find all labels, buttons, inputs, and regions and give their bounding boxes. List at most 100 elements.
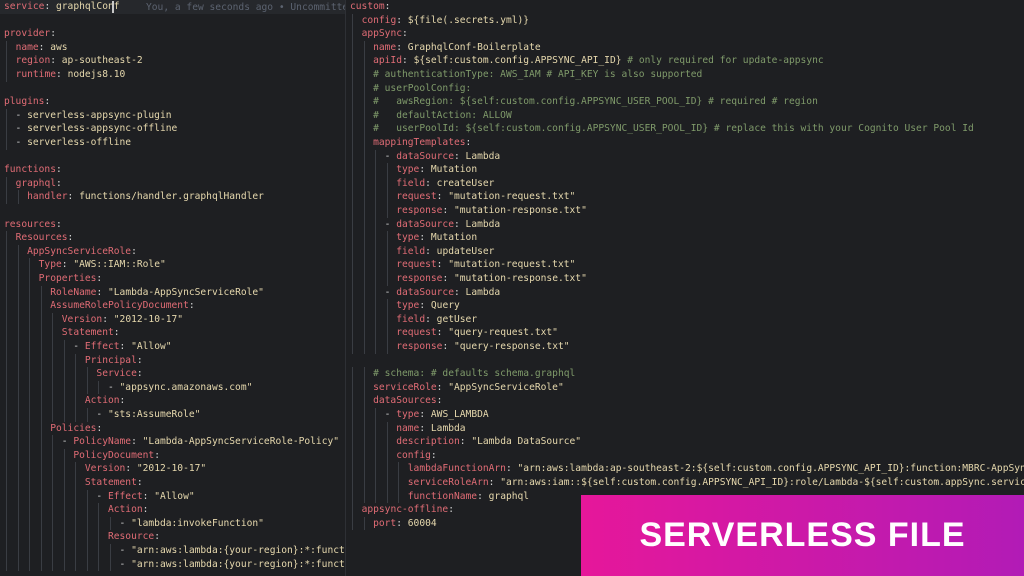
code-line[interactable]: Version: "2012-10-17" — [4, 462, 206, 476]
right-editor-pane[interactable]: custom: config: ${file(.secrets.yml)} ap… — [346, 0, 1024, 576]
code-line[interactable]: # userPoolId: ${self:custom.config.APPSY… — [350, 122, 974, 136]
code-line[interactable]: - dataSource: Lambda — [350, 218, 501, 232]
code-line[interactable]: Principal: — [4, 354, 143, 368]
code-line[interactable]: provider: — [4, 27, 56, 41]
code-line[interactable]: Statement: — [4, 476, 143, 490]
indent-guide — [63, 408, 65, 422]
yaml-value: "arn:aws:lambda:{your-region}:*:function… — [131, 545, 345, 556]
code-line[interactable]: resources: — [4, 218, 62, 232]
indent-guide — [6, 516, 7, 531]
code-line[interactable]: - dataSource: Lambda — [350, 286, 501, 300]
code-line[interactable]: functions: — [4, 163, 62, 177]
indent-guide — [29, 421, 31, 436]
code-line[interactable]: mappingTemplates: — [350, 136, 471, 150]
yaml-value: "query-response.txt" — [454, 341, 570, 352]
code-line[interactable]: Resources: — [4, 231, 74, 245]
code-line[interactable]: PolicyDocument: — [4, 449, 160, 463]
code-line[interactable]: # awsRegion: ${self:custom.config.APPSYN… — [350, 95, 818, 109]
code-line[interactable]: apiId: ${self:custom.config.APPSYNC_API_… — [350, 54, 824, 68]
code-line[interactable]: functionName: graphql — [350, 490, 529, 504]
code-line[interactable]: AppSyncServiceRole: — [4, 245, 137, 259]
yaml-value: graphqlConf — [56, 1, 120, 12]
indent-guide — [17, 272, 19, 286]
code-line[interactable]: plugins: — [4, 95, 50, 109]
code-line[interactable]: name: aws — [4, 41, 68, 55]
yaml-punctuation — [350, 341, 396, 352]
code-line[interactable]: request: "mutation-request.txt" — [350, 258, 575, 272]
indent-guide — [363, 408, 365, 422]
code-line[interactable]: - "sts:AssumeRole" — [4, 408, 200, 422]
code-line[interactable]: Policies: — [4, 422, 102, 436]
code-line[interactable]: Service: — [4, 367, 142, 381]
code-line[interactable]: request: "query-request.txt" — [350, 326, 558, 340]
code-line[interactable]: appSync: — [350, 27, 408, 41]
code-line[interactable]: - serverless-appsync-offline — [4, 122, 178, 136]
indent-guide — [352, 258, 353, 272]
code-line[interactable]: field: updateUser — [350, 245, 494, 259]
code-line[interactable]: appsync-offline: — [350, 503, 454, 517]
indent-guide — [52, 340, 54, 354]
code-line[interactable]: name: GraphqlConf-Boilerplate — [350, 41, 541, 55]
code-line[interactable]: service: graphqlConf — [4, 0, 120, 14]
indent-guide — [52, 435, 54, 449]
code-line[interactable]: serviceRoleArn: "arn:aws:iam::${self:cus… — [350, 476, 1024, 490]
code-line[interactable]: Properties: — [4, 272, 103, 286]
yaml-key: request — [396, 327, 437, 339]
code-line[interactable]: - serverless-appsync-plugin — [4, 109, 172, 123]
yaml-key: config — [396, 449, 431, 461]
indent-guide — [17, 421, 19, 436]
indent-guide — [6, 380, 7, 395]
code-line[interactable]: - "arn:aws:lambda:{your-region}:*:functi… — [4, 558, 345, 572]
code-line[interactable]: Version: "2012-10-17" — [4, 313, 183, 327]
code-line[interactable]: region: ap-southeast-2 — [4, 54, 143, 68]
code-line[interactable]: description: "Lambda DataSource" — [350, 435, 581, 449]
code-line[interactable]: type: Query — [350, 299, 460, 313]
code-line[interactable]: - "arn:aws:lambda:{your-region}:*:functi… — [4, 544, 345, 558]
code-line[interactable]: - dataSource: Lambda — [350, 150, 501, 164]
code-line[interactable]: Statement: — [4, 326, 120, 340]
indent-guide — [352, 285, 353, 300]
code-line[interactable]: - serverless-offline — [4, 136, 132, 150]
code-line[interactable]: response: "mutation-response.txt" — [350, 272, 587, 286]
code-line[interactable]: RoleName: "Lambda-AppSyncServiceRole" — [4, 286, 264, 300]
code-line[interactable]: - PolicyName: "Lambda-AppSyncServiceRole… — [4, 435, 339, 449]
code-line[interactable]: field: createUser — [350, 177, 494, 191]
code-line[interactable]: - type: AWS_LAMBDA — [350, 408, 489, 422]
code-line[interactable]: field: getUser — [350, 313, 477, 327]
code-line[interactable]: Resource: — [4, 530, 160, 544]
code-line[interactable]: # userPoolConfig: — [350, 82, 471, 96]
indent-guide — [6, 448, 7, 463]
code-line[interactable]: type: Mutation — [350, 231, 477, 245]
indent-guide — [86, 530, 88, 544]
indent-guide — [110, 557, 112, 572]
indent-guide — [63, 544, 65, 558]
code-line[interactable]: AssumeRolePolicyDocument: — [4, 299, 194, 313]
yaml-key: resources — [4, 218, 56, 230]
code-line[interactable]: type: Mutation — [350, 163, 477, 177]
code-line[interactable]: response: "query-response.txt" — [350, 340, 570, 354]
indent-guide — [386, 421, 388, 436]
code-line[interactable]: name: Lambda — [350, 422, 465, 436]
yaml-value: "arn:aws:lambda:{your-region}:*:function… — [131, 558, 345, 570]
yaml-value: AWS_LAMBDA — [430, 409, 489, 420]
code-line[interactable]: handler: functions/handler.graphqlHandle… — [4, 190, 264, 204]
code-line[interactable]: response: "mutation-response.txt" — [350, 204, 587, 218]
code-line[interactable]: request: "mutation-request.txt" — [350, 190, 575, 204]
code-line[interactable]: # schema: # defaults schema.graphql — [350, 367, 575, 381]
code-line[interactable]: # defaultAction: ALLOW — [350, 109, 512, 123]
indent-guide — [386, 176, 388, 191]
code-line[interactable]: - "lambda:invokeFunction" — [4, 517, 264, 531]
code-line[interactable]: lambdaFunctionArn: "arn:aws:lambda:ap-so… — [350, 462, 1024, 476]
code-line[interactable]: serviceRole: "AppSyncServiceRole" — [350, 381, 564, 395]
code-line[interactable]: custom: — [350, 0, 390, 14]
indent-guide — [17, 244, 19, 259]
code-line[interactable]: graphql: — [4, 177, 62, 191]
indent-guide — [352, 380, 353, 395]
indent-guide — [363, 163, 365, 177]
code-line[interactable]: runtime: nodejs8.10 — [4, 68, 126, 82]
left-editor-pane[interactable]: service: graphqlConf provider: name: aws … — [0, 0, 345, 576]
code-line[interactable]: - Effect: "Allow" — [4, 490, 194, 504]
code-line[interactable]: config: ${file(.secrets.yml)} — [350, 14, 530, 28]
code-line[interactable]: # authenticationType: AWS_IAM # API_KEY … — [350, 68, 702, 82]
indent-guide — [352, 244, 353, 259]
